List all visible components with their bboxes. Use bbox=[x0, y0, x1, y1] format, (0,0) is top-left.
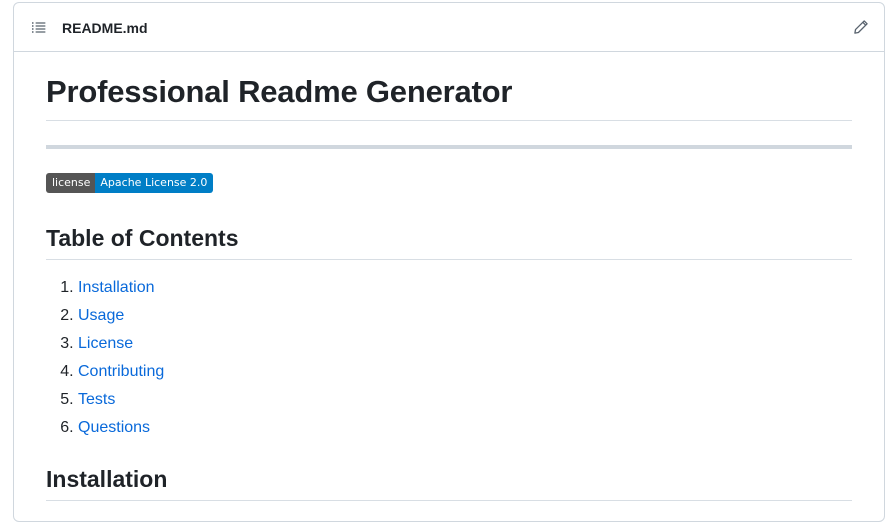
installation-heading: Installation bbox=[46, 464, 852, 501]
toc-link-license[interactable]: License bbox=[78, 335, 133, 352]
pencil-icon[interactable] bbox=[853, 19, 869, 35]
toc-heading: Table of Contents bbox=[46, 223, 852, 260]
readme-filename: README.md bbox=[62, 20, 148, 36]
toc-item-contributing: Contributing bbox=[78, 358, 852, 386]
toc-item-tests: Tests bbox=[78, 386, 852, 414]
page-title: Professional Readme Generator bbox=[46, 72, 852, 121]
toc-item-usage: Usage bbox=[78, 302, 852, 330]
toc-item-questions: Questions bbox=[78, 414, 852, 442]
readme-header: README.md bbox=[14, 3, 884, 52]
toc-link-usage[interactable]: Usage bbox=[78, 307, 124, 324]
badge-label: license bbox=[46, 173, 96, 193]
badge-message: Apache License 2.0 bbox=[95, 173, 214, 193]
toc-link-questions[interactable]: Questions bbox=[78, 419, 150, 436]
toc-item-license: License bbox=[78, 330, 852, 358]
toc-item-installation: Installation bbox=[78, 274, 852, 302]
toc-link-installation[interactable]: Installation bbox=[78, 279, 155, 296]
license-badge[interactable]: license Apache License 2.0 bbox=[46, 173, 214, 193]
list-unordered-icon[interactable] bbox=[31, 20, 47, 36]
toc-list: Installation Usage License Contributing … bbox=[46, 274, 852, 442]
readme-box: README.md Professional Readme Generator … bbox=[13, 2, 885, 522]
readme-content: Professional Readme Generator license Ap… bbox=[46, 53, 852, 501]
toc-link-contributing[interactable]: Contributing bbox=[78, 363, 164, 380]
toc-link-tests[interactable]: Tests bbox=[78, 391, 115, 408]
